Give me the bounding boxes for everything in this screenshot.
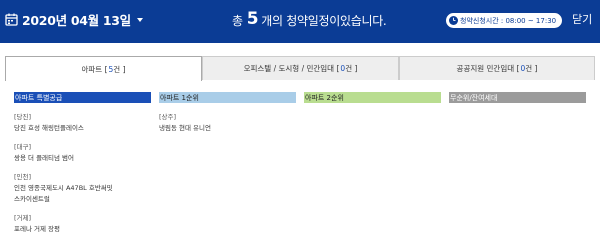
tab-public-rental[interactable]: 공공지원 민간임대 [0 건 ] xyxy=(399,56,595,80)
header-bar: 2020년 04월 13일 총 5 개의 청약일정이있습니다. 청약신청시간 :… xyxy=(0,0,600,43)
item-name: 인천 영종국제도시 A47BL 호반써밋 xyxy=(14,184,113,192)
column-title: 무순위/잔여세대 xyxy=(449,92,586,103)
schedule-summary: 총 5 개의 청약일정이있습니다. xyxy=(232,9,387,31)
tab-suffix: 건 ] xyxy=(113,64,126,74)
item-region: [인천] xyxy=(14,173,32,181)
column-title: 아파트 2순위 xyxy=(304,92,441,103)
clock-icon xyxy=(449,16,458,25)
tab-officetel[interactable]: 오피스텔 / 도시형 / 민간임대 [0 건 ] xyxy=(202,56,399,80)
list-item[interactable]: [거제] 포레나 거제 장평 xyxy=(14,213,60,235)
summary-suffix: 개의 청약일정이있습니다. xyxy=(261,13,387,28)
item-name: 쌍용 더 플래티넘 범어 xyxy=(14,154,75,162)
column-title: 아파트 1순위 xyxy=(159,92,296,103)
selected-date: 2020년 04월 13일 xyxy=(22,12,131,28)
close-button[interactable]: 닫기 xyxy=(572,11,592,27)
list-item[interactable]: [당진] 당진 효성 해링턴플레이스 xyxy=(14,112,84,134)
tab-apartment[interactable]: 아파트 [5 건 ] xyxy=(5,56,202,81)
tab-label: 오피스텔 / 도시형 / 민간임대 [ xyxy=(243,64,340,73)
tab-suffix: 건 ] xyxy=(525,64,538,73)
tab-label: 아파트 [ xyxy=(81,64,108,74)
item-name: 당진 효성 해링턴플레이스 xyxy=(14,124,84,132)
calendar-icon xyxy=(5,13,18,26)
item-region: [당진] xyxy=(14,113,32,121)
item-region: [대구] xyxy=(14,143,32,151)
list-item[interactable]: [인천] 인천 영종국제도시 A47BL 호반써밋 스카이센트럴 xyxy=(14,172,113,205)
item-name-continued: 스카이센트럴 xyxy=(14,195,50,203)
column-second-priority: 아파트 2순위 xyxy=(304,92,441,103)
date-selector[interactable]: 2020년 04월 13일 xyxy=(5,9,143,29)
item-region: [거제] xyxy=(14,214,32,222)
list-item[interactable]: [대구] 쌍용 더 플래티넘 범어 xyxy=(14,142,74,164)
column-first-priority: 아파트 1순위 xyxy=(159,92,296,103)
column-title: 아파트 특별공급 xyxy=(14,92,151,103)
column-special-supply: 아파트 특별공급 xyxy=(14,92,151,103)
chevron-down-icon xyxy=(136,18,143,22)
category-tabs: 아파트 [5 건 ] 오피스텔 / 도시형 / 민간임대 [0 건 ] 공공지원 민… xyxy=(5,56,595,81)
summary-prefix: 총 xyxy=(232,13,243,28)
schedule-count: 5 xyxy=(246,9,259,29)
tab-label: 공공지원 민간임대 [ xyxy=(456,64,520,73)
time-badge-label: 청약신청시간 : 08:00 ~ 17:30 xyxy=(460,16,557,25)
item-name: 포레나 거제 장평 xyxy=(14,225,60,233)
list-item[interactable]: [상주] 냉림동 현대 유니언 xyxy=(159,112,211,134)
application-time-badge: 청약신청시간 : 08:00 ~ 17:30 xyxy=(446,13,563,28)
column-remaining-units: 무순위/잔여세대 xyxy=(449,92,586,103)
item-region: [상주] xyxy=(159,113,177,121)
item-name: 냉림동 현대 유니언 xyxy=(159,124,211,132)
tab-suffix: 건 ] xyxy=(345,64,358,73)
